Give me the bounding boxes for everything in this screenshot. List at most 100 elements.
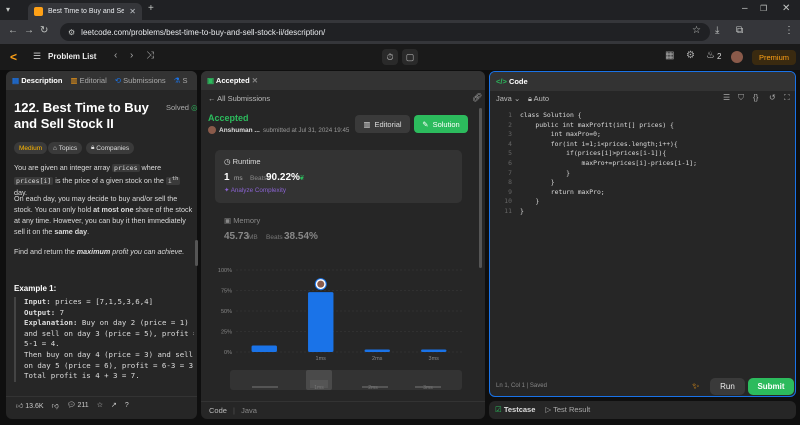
solution-button[interactable]: ✎ Solution [414,115,468,133]
y-tick-label: 0% [224,350,232,356]
code-editor[interactable]: 1 class Solution {2 public int maxProfit(… [492,108,792,378]
help-icon[interactable]: ? [125,402,129,409]
memory-label[interactable]: ▣ Memory [224,216,260,225]
next-problem-icon[interactable]: › [130,50,133,61]
mini-bar [252,386,278,388]
solved-badge: Solved ◎ [166,103,198,112]
random-problem-icon[interactable]: ⤨ [146,50,154,61]
companies-chip[interactable]: 🔒︎ Companies [86,142,135,154]
auto-mode[interactable]: 🔒︎ Auto [528,94,549,104]
difficulty-chip[interactable]: Medium [14,142,48,154]
download-icon[interactable]: ⤓ [715,25,719,37]
braces-icon[interactable]: {} [753,93,758,102]
format-icon[interactable]: ☰ [723,93,730,102]
comment-icon: 💬︎ [66,402,76,409]
close-tab-icon[interactable]: ✕ [129,7,136,16]
reload-icon[interactable]: ↻ [40,25,48,37]
all-submissions-link[interactable]: ← All Submissions [208,94,270,103]
browser-menu-icon[interactable]: ⋮ [784,25,794,37]
screen: ▾ Best Time to Buy and Sell Stoc ✕ + – ❐… [0,0,800,425]
submissions-icon: ⟲ [114,76,122,85]
tab-test-result[interactable]: ▷ Test Result [545,405,590,415]
maximize-icon[interactable]: ❐ [760,3,767,15]
premium-button[interactable]: Premium [752,50,796,65]
problem-list-icon[interactable]: ☰ [33,51,41,62]
leetcode-logo-icon[interactable]: < [10,50,22,64]
reset-icon[interactable]: ↺ [769,93,776,102]
memory-value: 45.73 [224,231,250,242]
tab-submissions[interactable]: ⟲ Submissions [115,76,166,85]
topics-chip[interactable]: ⌂ Topics [48,142,83,154]
thumb-up-icon: 👍︎ [16,402,24,410]
settings-gear-icon[interactable]: ⚙ [686,50,695,61]
code-line: maxPro+=prices[i]-prices[i-1]; [520,159,697,167]
submitter-name[interactable]: Anshuman ... [219,127,260,134]
browser-tab[interactable]: Best Time to Buy and Sell Stoc ✕ [28,3,142,20]
accepted-tab-icon: ▣ [207,76,215,85]
fullscreen-icon[interactable]: ⛶ [784,93,790,103]
mini-tick-label: 3ms [423,385,433,391]
timer-icon[interactable]: ⏱ [382,49,398,65]
language-select[interactable]: Java ⌄ [496,94,520,103]
editorial-icon: ▥ [70,76,78,85]
forward-icon[interactable]: → [24,25,34,37]
memory-chip-icon: ▣ [224,216,232,225]
close-accepted-tab-icon[interactable]: ✕ [252,76,258,85]
tab-editorial[interactable]: ▥ Editorial [70,76,106,85]
tag-icon: ⌂ [53,144,57,152]
chart-bar [308,292,334,352]
minimize-icon[interactable]: – [742,3,748,15]
runtime-value: 1 [224,172,230,183]
runtime-label: ◷ Runtime [224,157,261,166]
notes-icon[interactable]: ▢ [402,49,418,65]
submission-scrollbar[interactable] [479,108,482,268]
code-section-label[interactable]: Code [209,406,227,415]
line-number: 11 [504,207,512,215]
analyze-complexity-link[interactable]: ✦ Analyze Complexity [224,187,286,194]
close-window-icon[interactable]: ✕ [782,3,790,15]
run-button[interactable]: Run [710,378,745,395]
problem-list-link[interactable]: Problem List [48,52,96,61]
back-icon[interactable]: ← [8,25,18,37]
copy-link-icon[interactable]: 🔗︎ [472,93,482,102]
dislike-icon[interactable]: 👎︎ [52,401,59,410]
description-scrollbar[interactable] [195,240,198,266]
like-button[interactable]: 👍︎ 13.6K [16,401,44,410]
user-avatar[interactable] [731,51,743,63]
site-info-icon[interactable]: ⚙ [68,28,75,37]
bookmark-icon[interactable]: ⛉ [738,93,744,103]
favorite-star-icon[interactable]: ☆ [97,401,103,409]
tab-description[interactable]: ▤ Description [12,76,62,85]
submit-button[interactable]: Submit [748,378,794,395]
prev-problem-icon[interactable]: ‹ [114,50,117,61]
line-number: 9 [508,187,512,196]
example-line: Explanation: Buy on day 2 (price = 1) [24,318,189,328]
bookmark-star-icon[interactable]: ☆ [692,25,701,37]
tab-search-icon[interactable]: ▾ [6,4,10,16]
y-tick-label: 100% [218,268,232,274]
clock-icon: ◷ [224,157,231,166]
leetcode-favicon-icon [34,7,43,16]
problem-paragraph-2: On each day, you may decide to buy and/o… [14,194,193,236]
tab-solutions[interactable]: ⚗ S [174,76,188,85]
code-line: for(int i=1;i<prices.length;i++){ [520,139,678,148]
tab-accepted[interactable]: ▣ Accepted ✕ [207,76,258,85]
share-icon[interactable]: ↗ [111,401,117,409]
code-line: return maxPro; [520,187,605,196]
line-number: 4 [508,139,512,148]
ai-assist-icon[interactable]: ✨︎ [692,381,699,392]
submission-code-footer: Code | Java [201,401,485,419]
sparkle-icon: ✦ [224,187,230,194]
layout-icon[interactable]: ▦ [665,50,674,61]
code-line: class Solution { [520,111,582,119]
streak-fire-icon[interactable]: ♨ [706,50,715,61]
tab-testcase[interactable]: ☑ Testcase [495,405,535,415]
line-number: 8 [508,178,512,187]
extensions-icon[interactable]: ⧉ [736,25,743,37]
tab-code[interactable]: </> Code [496,77,528,86]
chart-bar [251,345,277,352]
new-tab-icon[interactable]: + [148,3,154,15]
editorial-button[interactable]: ▥ Editorial [355,115,410,133]
url-bar[interactable]: ⚙ leetcode.com/problems/best-time-to-buy… [60,23,710,41]
comments-button[interactable]: 💬︎ 211 [67,401,89,409]
